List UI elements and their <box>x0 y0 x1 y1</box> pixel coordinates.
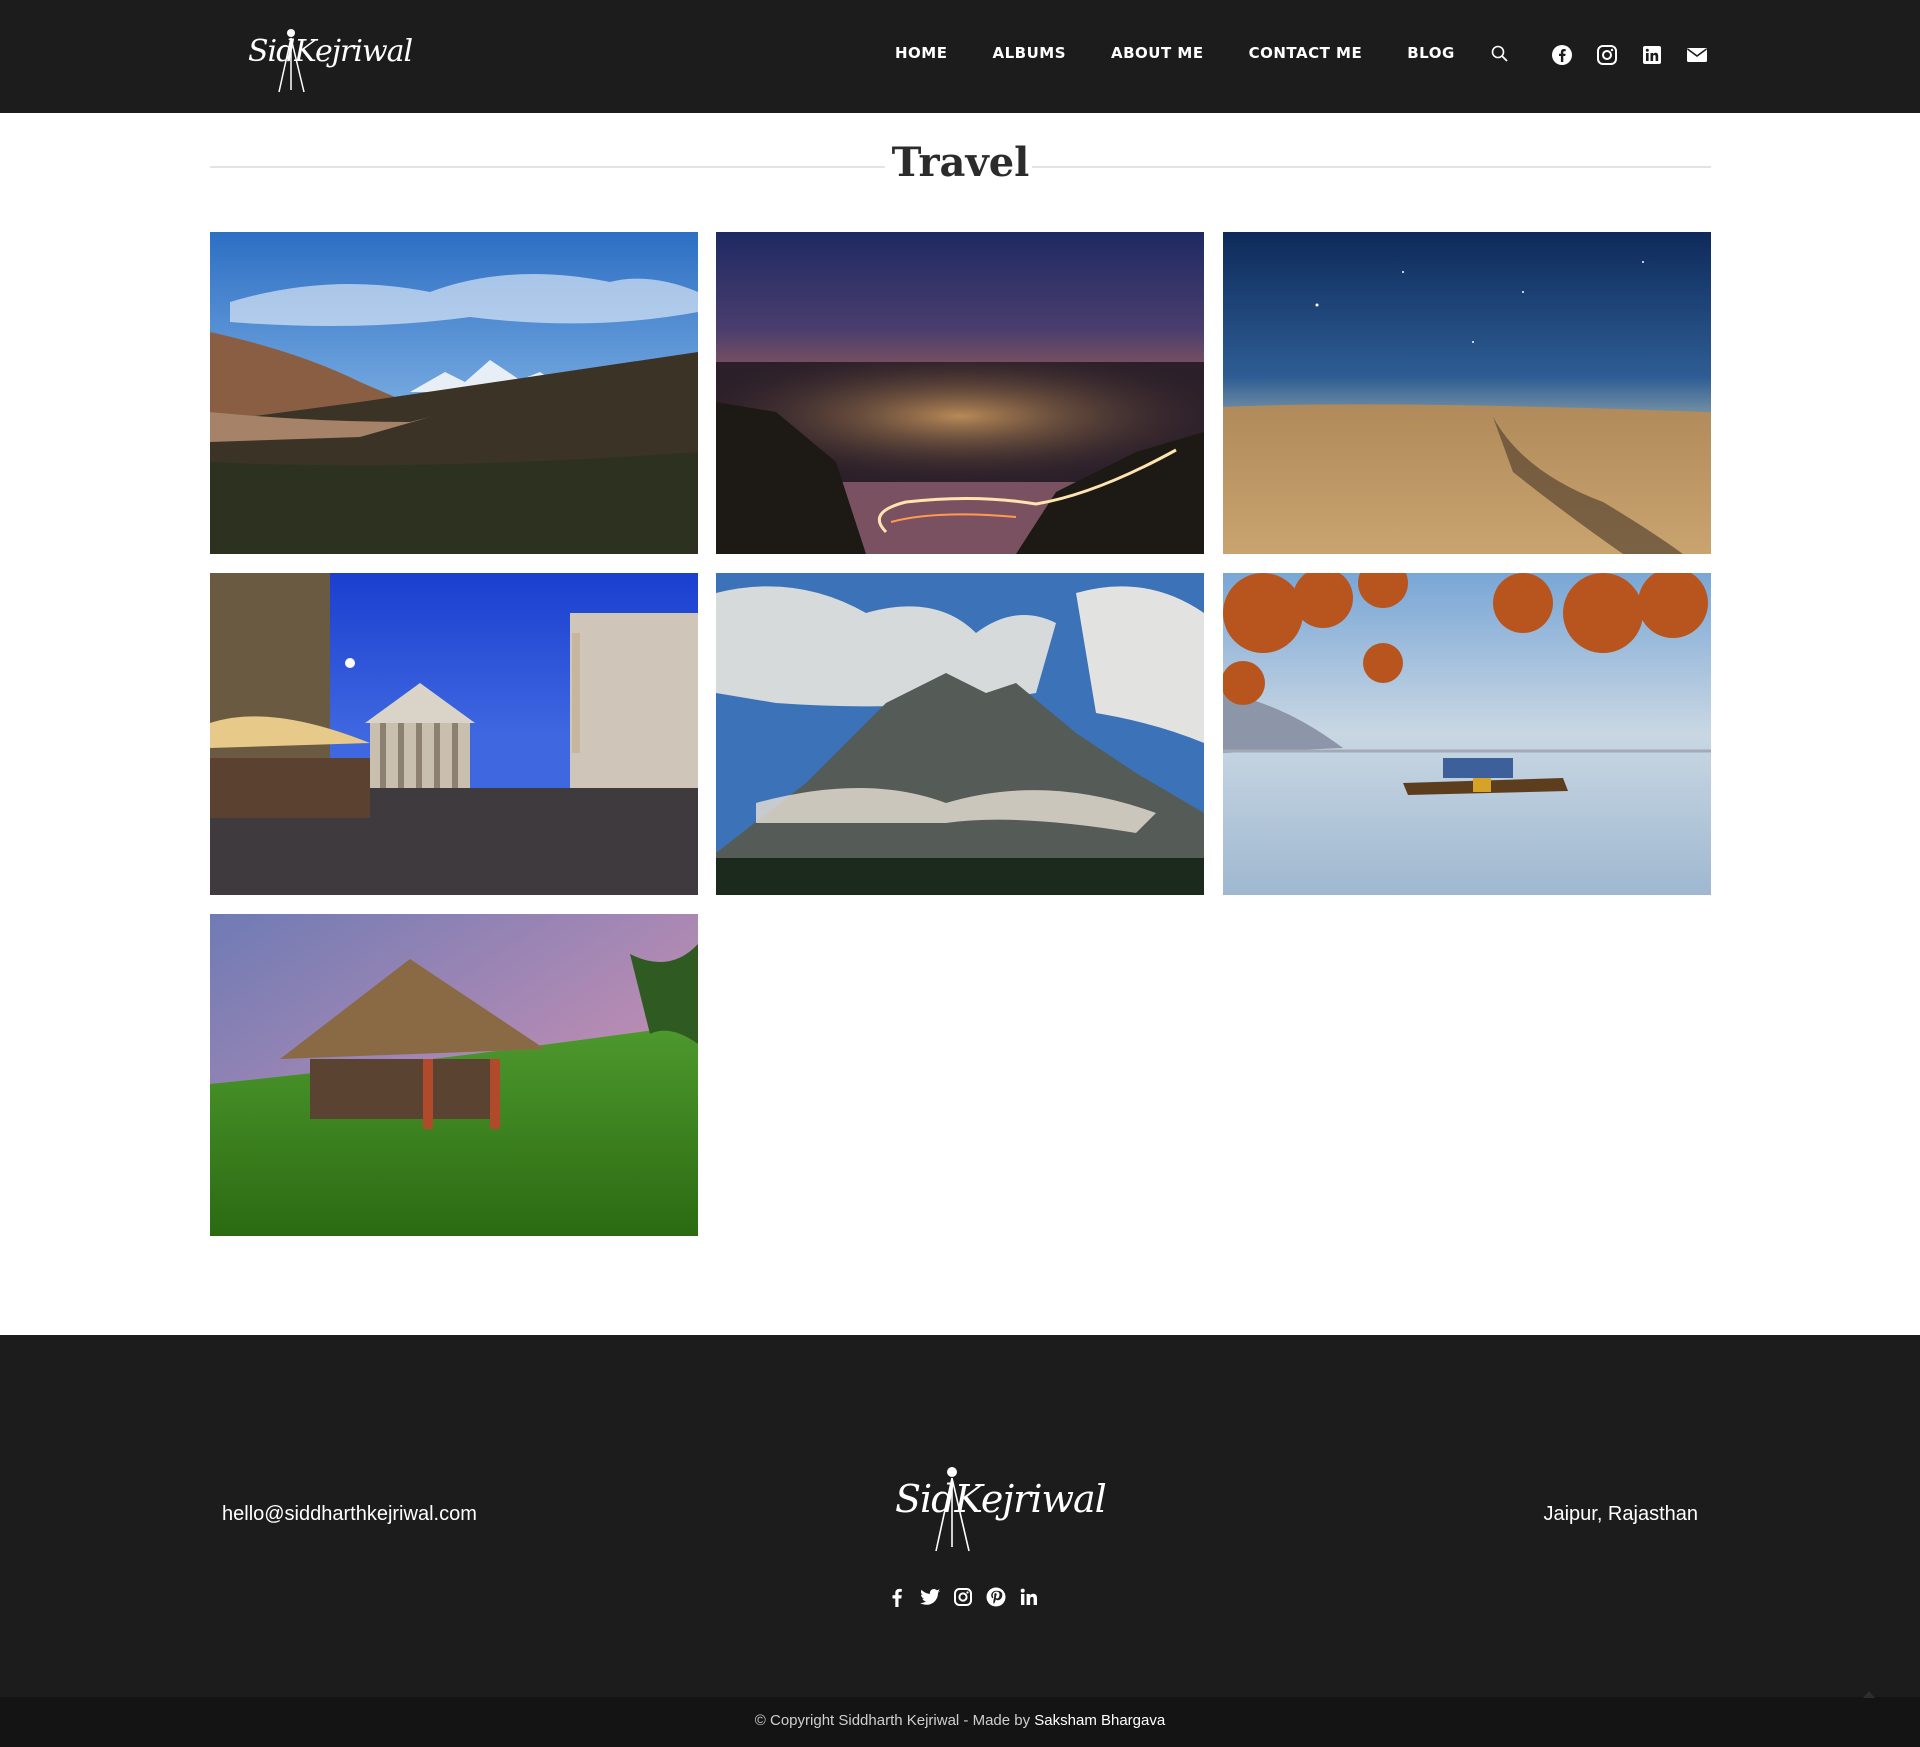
facebook-icon[interactable] <box>1551 44 1573 66</box>
copyright-author-link[interactable]: Saksham Bhargava <box>1034 1712 1165 1729</box>
tripod-logo-mark <box>935 1467 970 1552</box>
copyright-bar: © Copyright Siddharth Kejriwal - Made by… <box>0 1697 1920 1747</box>
mountain-valley-photo[interactable] <box>210 232 698 554</box>
nav-albums[interactable]: ALBUMS <box>992 44 1066 62</box>
nav-home[interactable]: HOME <box>895 44 947 62</box>
cloudy-mountain-peak-photo[interactable] <box>716 573 1204 895</box>
search-icon[interactable] <box>1490 44 1510 64</box>
linkedin-icon[interactable] <box>1018 1586 1040 1608</box>
pantheon-piazza-photo[interactable] <box>210 573 698 895</box>
nav-blog[interactable]: BLOG <box>1407 44 1455 62</box>
title-divider-right <box>1032 166 1711 168</box>
lake-boat-autumn-photo[interactable] <box>1223 573 1711 895</box>
scroll-to-top-icon[interactable] <box>1861 1688 1877 1700</box>
site-header: SidKejriwal HOME ALBUMS ABOUT ME CONTACT… <box>0 0 1920 113</box>
site-footer: hello@siddharthkejriwal.com SidKejriwal … <box>0 1335 1920 1697</box>
desert-dunes-stars-photo[interactable] <box>1223 232 1711 554</box>
city-night-lights-photo[interactable] <box>716 232 1204 554</box>
copyright-text: © Copyright Siddharth Kejriwal - Made by <box>754 1712 1031 1729</box>
nav-about-me[interactable]: ABOUT ME <box>1111 44 1204 62</box>
twitter-icon[interactable] <box>919 1586 941 1608</box>
header-social-links <box>1551 44 1731 66</box>
facebook-icon[interactable] <box>886 1586 908 1608</box>
thatched-hut-rice-field-photo[interactable] <box>210 914 698 1236</box>
linkedin-icon[interactable] <box>1641 44 1663 66</box>
main-nav: HOME ALBUMS ABOUT ME CONTACT ME BLOG <box>895 44 1500 62</box>
footer-location: Jaipur, Rajasthan <box>1543 1503 1698 1525</box>
footer-logo[interactable]: SidKejriwal <box>893 1463 1107 1553</box>
page-title: Travel <box>891 139 1030 186</box>
instagram-icon[interactable] <box>1596 44 1618 66</box>
footer-social-links <box>886 1586 1051 1608</box>
mail-icon[interactable] <box>1686 44 1708 66</box>
page-title-section: Travel <box>210 135 1711 195</box>
nav-contact-me[interactable]: CONTACT ME <box>1249 44 1363 62</box>
instagram-icon[interactable] <box>952 1586 974 1608</box>
site-logo[interactable]: SidKejriwal <box>246 26 413 94</box>
pinterest-icon[interactable] <box>985 1586 1007 1608</box>
footer-email[interactable]: hello@siddharthkejriwal.com <box>222 1503 477 1526</box>
tripod-logo-mark <box>278 29 305 93</box>
